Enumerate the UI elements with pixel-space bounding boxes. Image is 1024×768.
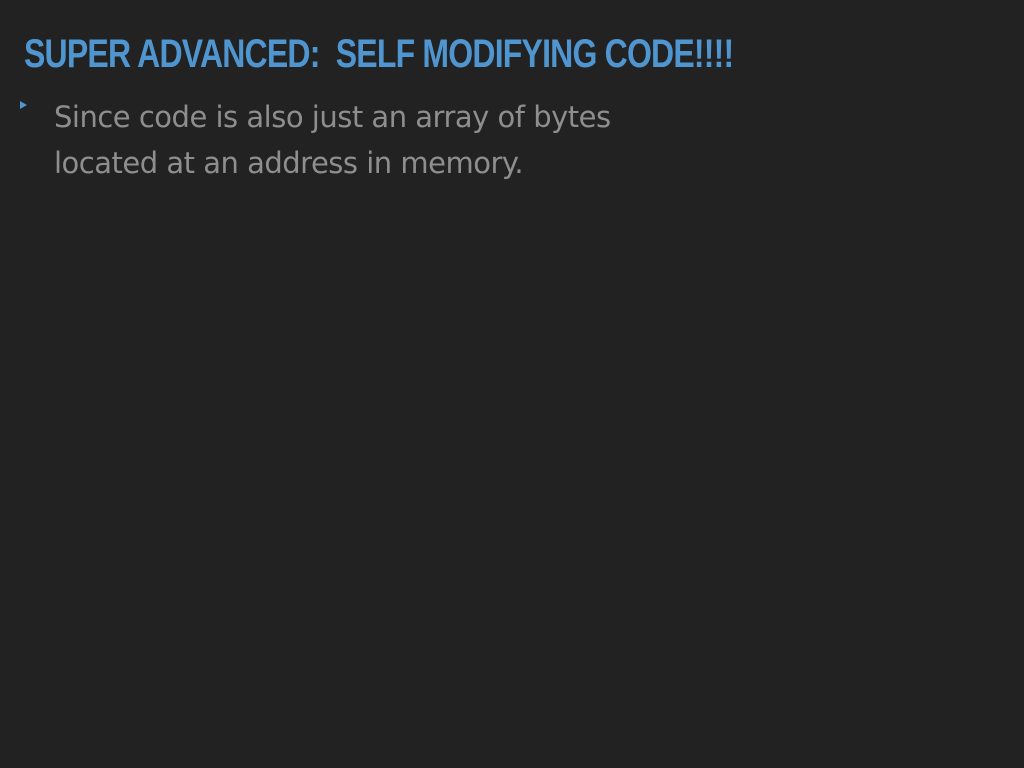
bullet-text: Since code is also just an array of byte… <box>54 100 611 180</box>
slide-title: SUPER ADVANCED: SELF MODIFYING CODE!!!! <box>24 32 734 76</box>
triangle-bullet-icon <box>20 101 27 109</box>
bullet-item: Since code is also just an array of byte… <box>20 94 720 186</box>
slide: SUPER ADVANCED: SELF MODIFYING CODE!!!! … <box>0 0 1024 768</box>
bullet-list: Since code is also just an array of byte… <box>20 94 720 186</box>
